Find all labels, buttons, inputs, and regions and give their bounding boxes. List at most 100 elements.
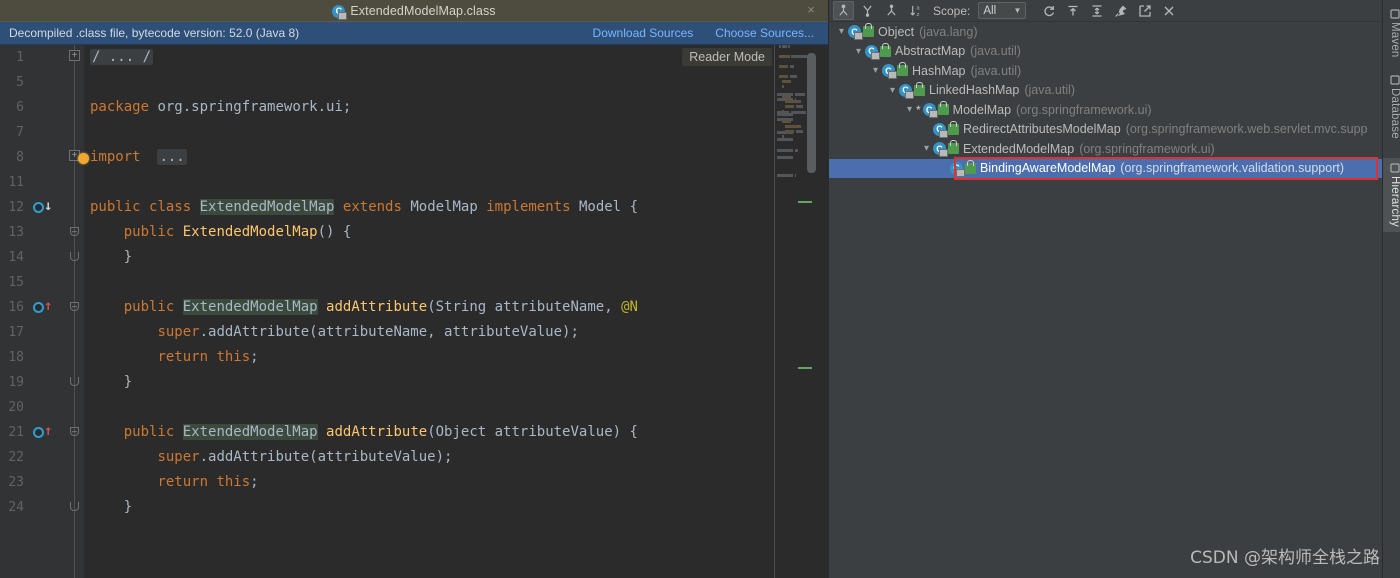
minimap-line (777, 75, 810, 114)
minimap-line (777, 60, 810, 63)
ide-window: C ExtendedModelMap.class × Decompiled .c… (0, 0, 1400, 578)
hierarchy-node[interactable]: C HashMap (java.util) (829, 61, 1382, 81)
hierarchy-node-package: (org.springframework.ui) (1079, 141, 1215, 156)
chevron-down-icon[interactable] (852, 45, 865, 58)
line-number: 17 (8, 325, 24, 340)
chevron-down-icon[interactable] (903, 103, 916, 116)
supertypes-hierarchy-icon[interactable] (857, 1, 878, 20)
line-number: 22 (8, 450, 24, 465)
subtypes-hierarchy-icon[interactable] (881, 1, 902, 20)
code-line: return this; (157, 349, 259, 365)
fold-marker[interactable] (68, 370, 84, 395)
fold-end-icon[interactable] (70, 502, 79, 511)
code-minimap[interactable] (777, 45, 810, 578)
java-class-icon: C (950, 161, 965, 177)
editor-tab[interactable]: C ExtendedModelMap.class (0, 0, 828, 22)
hierarchy-node-package: (java.lang) (919, 24, 978, 39)
close-tab-icon[interactable]: × (804, 3, 818, 17)
code-folding-column[interactable]: + + – – – (68, 45, 84, 578)
hierarchy-node-package: (java.util) (970, 44, 1021, 59)
hierarchy-node[interactable]: C Object (java.lang) (829, 22, 1382, 42)
java-class-icon: C (922, 103, 938, 119)
refresh-icon[interactable] (1038, 1, 1059, 20)
hierarchy-node[interactable]: C BindingAwareModelMap (org.springframewor… (829, 158, 1382, 178)
code-line: } (123, 249, 133, 265)
line-number-gutter[interactable]: 1 5 6 7 8 11 12 ↓ 13 14 15 16 ↑ 17 18 19 20 21 ↑ 22 23 24 (0, 45, 68, 578)
code-line: super.addAttribute(attributeValue); (157, 449, 453, 465)
sort-alphabetically-icon[interactable]: az (905, 1, 926, 20)
line-number: 8 (16, 150, 24, 165)
collapse-fold-icon[interactable]: – (70, 227, 79, 236)
line-number: 18 (8, 350, 24, 365)
hierarchy-node-name: HashMap (912, 63, 966, 78)
chevron-down-icon: ▼ (1013, 6, 1022, 15)
library-lock-icon (948, 120, 959, 135)
download-sources-link[interactable]: Download Sources (593, 26, 694, 40)
hierarchy-node-package: (org.springframework.validation.support) (1120, 161, 1344, 176)
fold-marker[interactable]: – (68, 220, 84, 245)
type-hierarchy-icon[interactable] (833, 1, 854, 20)
line-number: 5 (16, 75, 24, 90)
fold-end-icon[interactable] (70, 252, 79, 261)
close-panel-icon[interactable] (1158, 1, 1179, 20)
hierarchy-node[interactable]: C ExtendedModelMap (org.springframework.ui… (829, 139, 1382, 159)
expand-fold-icon[interactable]: + (69, 50, 80, 61)
open-in-editor-icon[interactable] (1134, 1, 1155, 20)
editor-scrollbar-track[interactable] (807, 45, 822, 578)
choose-sources-link[interactable]: Choose Sources... (715, 26, 814, 40)
hierarchy-node[interactable]: C LinkedHashMap (java.util) (829, 81, 1382, 101)
fold-marker[interactable]: + (68, 45, 84, 70)
chevron-down-icon[interactable] (886, 84, 899, 97)
fold-marker[interactable]: – (68, 420, 84, 445)
source-code-text[interactable]: / ... / package org.springframework.ui; im… (84, 45, 828, 578)
minimap-line (777, 70, 810, 73)
hierarchy-node[interactable]: *C ModelMap (org.springframework.ui) (829, 100, 1382, 120)
hierarchy-panel: az Scope: All ▼ ▾ C Object (java.lang) ▾… (828, 0, 1382, 578)
fold-marker[interactable]: – (68, 295, 84, 320)
editor-scrollbar-thumb[interactable] (807, 53, 816, 173)
scope-dropdown[interactable]: All ▼ (978, 2, 1027, 19)
intention-bulb-icon[interactable] (78, 153, 89, 164)
scope-value: All (983, 4, 997, 17)
hierarchy-node[interactable]: C RedirectAttributesModelMap (org.springfr… (829, 120, 1382, 140)
chevron-down-icon[interactable] (869, 64, 882, 77)
library-lock-icon (863, 23, 874, 38)
library-lock-icon (897, 62, 908, 77)
overriding-method-icon[interactable]: ↑ (33, 299, 52, 315)
chevron-down-icon[interactable] (835, 25, 848, 38)
tool-window-tab-hierarchy[interactable]: Hierarchy (1383, 157, 1400, 232)
collapse-fold-icon[interactable]: – (70, 427, 79, 436)
hierarchy-tree[interactable]: C Object (java.lang) C AbstractMap (java.util… (829, 22, 1382, 578)
code-line: public ExtendedModelMap() { (123, 224, 352, 240)
fold-marker[interactable] (68, 245, 84, 270)
fold-marker[interactable] (68, 495, 84, 520)
library-lock-icon (937, 101, 949, 116)
tool-window-tab-maven[interactable]: Maven (1383, 4, 1400, 63)
code-line: package org.springframework.ui; (90, 99, 352, 115)
collapse-fold-icon[interactable]: – (70, 302, 79, 311)
fold-marker (68, 170, 84, 195)
hierarchy-node-name: BindingAwareModelMap (980, 161, 1116, 176)
overriding-method-icon[interactable]: ↑ (33, 424, 52, 440)
right-margin-line (774, 45, 775, 578)
code-line: public ExtendedModelMap addAttribute(Obj… (123, 424, 638, 440)
collapse-all-icon[interactable] (1086, 1, 1107, 20)
hierarchy-node[interactable]: C AbstractMap (java.util) (829, 42, 1382, 62)
expand-all-icon[interactable] (1062, 1, 1083, 20)
chevron-down-icon[interactable] (920, 142, 933, 155)
pin-tab-icon[interactable] (1110, 1, 1131, 20)
implementing-method-icon[interactable]: ↓ (33, 199, 52, 215)
code-line: super.addAttribute(attributeName, attrib… (157, 324, 579, 340)
fold-end-icon[interactable] (70, 377, 79, 386)
tool-window-tab-database[interactable]: Database (1383, 70, 1400, 144)
fold-marker (68, 395, 84, 420)
line-number: 21 ↑ (8, 423, 53, 440)
hierarchy-node-name: Object (878, 24, 915, 39)
hierarchy-node-name: ExtendedModelMap (963, 141, 1075, 156)
reader-mode-badge[interactable]: Reader Mode (682, 48, 772, 66)
fold-marker (68, 95, 84, 120)
minimap-change-marker (798, 367, 812, 369)
code-editor[interactable]: 1 5 6 7 8 11 12 ↓ 13 14 15 16 ↑ 17 18 19 20 21 ↑ 22 23 24 + + –… (0, 45, 828, 578)
